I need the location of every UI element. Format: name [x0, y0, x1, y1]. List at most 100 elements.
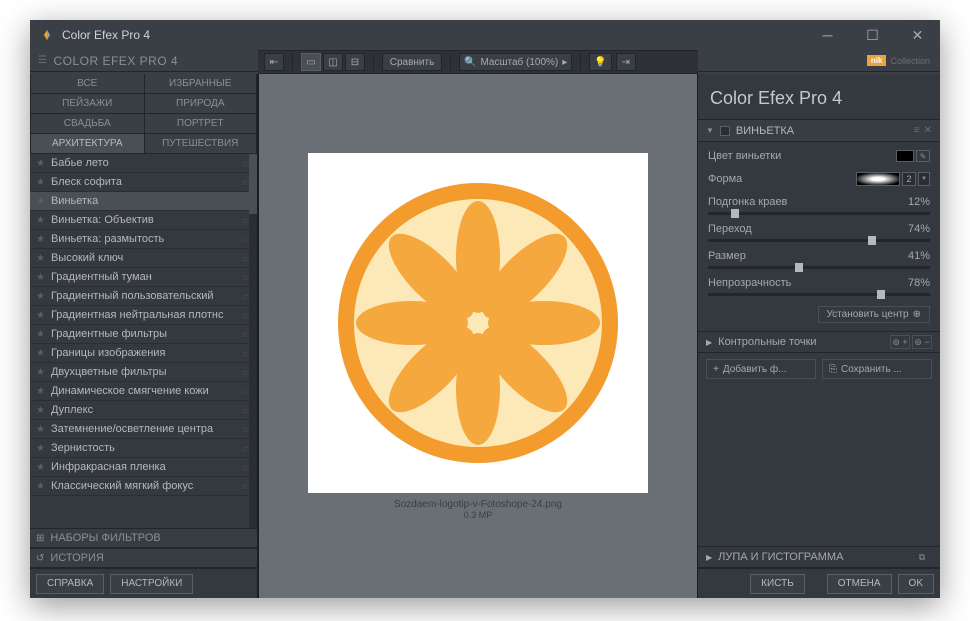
view-split-v-icon[interactable]: ◫ — [323, 53, 343, 71]
filter-item[interactable]: ★Затемнение/осветление центра▭ — [30, 420, 257, 439]
filter-item[interactable]: ★Виньетка▭ — [30, 192, 257, 211]
category-архитектура[interactable]: АРХИТЕКТУРА — [30, 134, 144, 154]
cp-add-plus-icon[interactable]: ⊚ + — [890, 335, 910, 349]
canvas-area: Sozdaem-logotip-v-Fotoshope-24.png 0.3 M… — [258, 74, 698, 598]
filter-item[interactable]: ★Высокий ключ▭ — [30, 249, 257, 268]
star-icon[interactable]: ★ — [36, 253, 45, 264]
zoom-dropdown[interactable]: 🔍 Масштаб (100%) ▸ — [459, 53, 572, 71]
ok-button[interactable]: OK — [898, 574, 934, 594]
target-icon: ⊕ — [913, 309, 921, 320]
control-points-header[interactable]: ▶ Контрольные точки ⊚ + ⊚ − — [698, 331, 940, 353]
filter-item[interactable]: ★Границы изображения▭ — [30, 344, 257, 363]
star-icon[interactable]: ★ — [36, 424, 45, 435]
star-icon[interactable]: ★ — [36, 310, 45, 321]
filter-label: Блеск софита — [51, 176, 122, 188]
slider-track[interactable] — [708, 239, 930, 242]
view-split-h-icon[interactable]: ⊟ — [345, 53, 365, 71]
slider-thumb[interactable] — [868, 236, 876, 245]
star-icon[interactable]: ★ — [36, 234, 45, 245]
brush-button[interactable]: КИСТЬ — [750, 574, 805, 594]
star-icon[interactable]: ★ — [36, 177, 45, 188]
help-button[interactable]: СПРАВКА — [36, 574, 104, 594]
star-icon[interactable]: ★ — [36, 367, 45, 378]
lightbulb-icon[interactable]: 💡 — [589, 53, 611, 71]
category-свадьба[interactable]: СВАДЬБА — [30, 114, 144, 134]
vignette-header[interactable]: ▼ ВИНЬЕТКА ≡ ✕ — [698, 120, 940, 142]
expand-right-icon[interactable]: ⇥ — [616, 53, 636, 71]
star-icon[interactable]: ★ — [36, 405, 45, 416]
slider-track[interactable] — [708, 266, 930, 269]
filter-item[interactable]: ★Градиентный туман▭ — [30, 268, 257, 287]
detach-icon[interactable]: ⧉ — [912, 550, 932, 564]
star-icon[interactable]: ★ — [36, 158, 45, 169]
slider-thumb[interactable] — [731, 209, 739, 218]
compare-button[interactable]: Сравнить — [382, 53, 442, 71]
color-swatch[interactable] — [896, 150, 914, 162]
star-icon[interactable]: ★ — [36, 443, 45, 454]
filter-item[interactable]: ★Градиентная нейтральная плотнс▭ — [30, 306, 257, 325]
star-icon[interactable]: ★ — [36, 196, 45, 207]
slider-thumb[interactable] — [795, 263, 803, 272]
category-путешествия[interactable]: ПУТЕШЕСТВИЯ — [144, 134, 258, 154]
filter-item[interactable]: ★Классический мягкий фокус▭ — [30, 477, 257, 496]
filter-item[interactable]: ★Виньетка: Объектив▭ — [30, 211, 257, 230]
scrollbar-thumb[interactable] — [249, 154, 257, 214]
filter-label: Зернистость — [51, 442, 115, 454]
remove-icon[interactable]: ✕ — [924, 125, 932, 136]
category-природа[interactable]: ПРИРОДА — [144, 94, 258, 114]
close-button[interactable]: ✕ — [895, 20, 940, 50]
slider-label: Переход — [708, 223, 752, 235]
filter-sets-header[interactable]: ⊞ НАБОРЫ ФИЛЬТРОВ — [30, 528, 257, 548]
canvas-image[interactable] — [308, 153, 648, 493]
star-icon[interactable]: ★ — [36, 329, 45, 340]
canvas-size: 0.3 MP — [464, 510, 493, 520]
filter-label: Градиентная нейтральная плотнс — [51, 309, 224, 321]
filter-scrollbar[interactable] — [249, 154, 257, 528]
star-icon[interactable]: ★ — [36, 272, 45, 283]
slider-track[interactable] — [708, 293, 930, 296]
filter-item[interactable]: ★Градиентные фильтры▭ — [30, 325, 257, 344]
slider-Подгонка краев: Подгонка краев12% — [708, 196, 930, 215]
filter-item[interactable]: ★Блеск софита▭ — [30, 173, 257, 192]
filter-item[interactable]: ★Дуплекс▭ — [30, 401, 257, 420]
category-пейзажи[interactable]: ПЕЙЗАЖИ — [30, 94, 144, 114]
expand-left-icon[interactable]: ⇤ — [264, 53, 284, 71]
cp-add-minus-icon[interactable]: ⊚ − — [912, 335, 932, 349]
star-icon[interactable]: ★ — [36, 462, 45, 473]
slider-track[interactable] — [708, 212, 930, 215]
filter-item[interactable]: ★Виньетка: размытость▭ — [30, 230, 257, 249]
star-icon[interactable]: ★ — [36, 291, 45, 302]
category-все[interactable]: ВСЕ — [30, 74, 144, 94]
add-filter-button[interactable]: +Добавить ф... — [706, 359, 816, 379]
star-icon[interactable]: ★ — [36, 386, 45, 397]
star-icon[interactable]: ★ — [36, 481, 45, 492]
view-single-icon[interactable]: ▭ — [301, 53, 321, 71]
filter-item[interactable]: ★Инфракрасная пленка▭ — [30, 458, 257, 477]
slider-thumb[interactable] — [877, 290, 885, 299]
category-избранные[interactable]: ИЗБРАННЫЕ — [144, 74, 258, 94]
cancel-button[interactable]: ОТМЕНА — [827, 574, 892, 594]
left-bottom-buttons: СПРАВКА НАСТРОЙКИ — [30, 568, 257, 598]
minimize-button[interactable]: ─ — [805, 20, 850, 50]
star-icon[interactable]: ★ — [36, 215, 45, 226]
maximize-button[interactable]: ☐ — [850, 20, 895, 50]
preset-icon[interactable]: ≡ — [914, 125, 920, 136]
filter-item[interactable]: ★Градиентный пользовательский▭ — [30, 287, 257, 306]
filter-item[interactable]: ★Бабье лето▭ — [30, 154, 257, 173]
filter-item[interactable]: ★Динамическое смягчение кожи▭ — [30, 382, 257, 401]
vignette-checkbox[interactable] — [720, 126, 730, 136]
settings-button[interactable]: НАСТРОЙКИ — [110, 574, 193, 594]
star-icon[interactable]: ★ — [36, 348, 45, 359]
category-портрет[interactable]: ПОРТРЕТ — [144, 114, 258, 134]
expand-icon: ▶ — [706, 553, 712, 562]
save-preset-button[interactable]: ⎘Сохранить ... — [822, 359, 932, 379]
filter-item[interactable]: ★Двухцветные фильтры▭ — [30, 363, 257, 382]
color-picker-icon[interactable]: ✎ — [916, 150, 930, 162]
history-header[interactable]: ↺ ИСТОРИЯ — [30, 548, 257, 568]
shape-dropdown-icon[interactable]: ▼ — [918, 172, 930, 186]
slider-value: 41% — [908, 250, 930, 262]
filter-item[interactable]: ★Зернистость▭ — [30, 439, 257, 458]
set-center-button[interactable]: Установить центр ⊕ — [818, 306, 931, 323]
canvas-filename: Sozdaem-logotip-v-Fotoshope-24.png — [394, 499, 562, 510]
loupe-header[interactable]: ▶ ЛУПА И ГИСТОГРАММА ⧉ — [698, 546, 940, 568]
